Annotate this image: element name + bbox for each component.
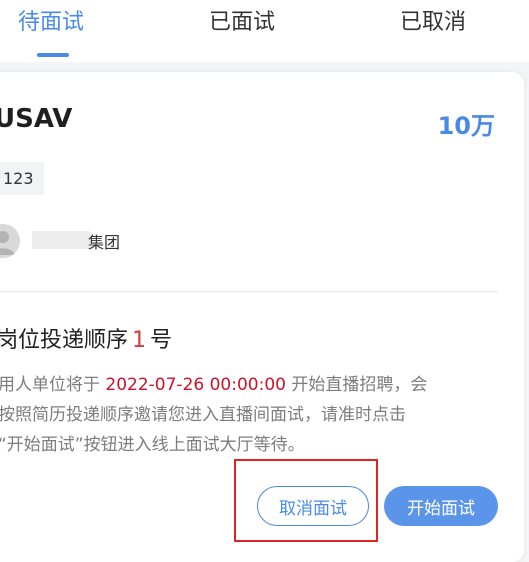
notice-text-after-date: 开始直播招聘，会 (291, 375, 428, 395)
delivery-order-prefix: 岗位投递顺序 (0, 328, 129, 353)
start-interview-button[interactable]: 开始面试 (384, 486, 498, 526)
delivery-order: 岗位投递顺序 1 号 (0, 322, 172, 354)
tab-pending[interactable]: 待面试 (18, 6, 84, 40)
notice-line-1: 用人单位将于 2022-07-26 00:00:00 开始直播招聘，会 (0, 370, 498, 400)
interview-notice: 用人单位将于 2022-07-26 00:00:00 开始直播招聘，会 按照简历… (0, 370, 498, 460)
tab-interviewed[interactable]: 已面试 (209, 6, 275, 40)
notice-line-3: “开始面试”按钮进入线上面试大厅等待。 (0, 435, 305, 455)
delivery-order-suffix: 号 (150, 328, 173, 353)
notice-line-2: 按照简历投递顺序邀请您进入直播间面试，请准时点击 (0, 405, 406, 425)
notice-datetime: 2022-07-26 00:00:00 (105, 375, 286, 395)
tab-bar: 待面试 已面试 已取消 (0, 0, 529, 62)
tab-cancelled[interactable]: 已取消 (400, 6, 466, 40)
job-tag: 123 (0, 162, 44, 195)
salary: 10万 (437, 112, 495, 140)
company-name-redacted (32, 231, 90, 249)
notice-text-before-date: 用人单位将于 (0, 375, 100, 395)
cancel-interview-button[interactable]: 取消面试 (257, 486, 369, 526)
delivery-order-number: 1 (132, 328, 147, 353)
job-title: USAV (0, 104, 73, 134)
active-tab-indicator (37, 53, 69, 57)
company-name: 集团 (88, 233, 121, 252)
divider (0, 291, 498, 292)
